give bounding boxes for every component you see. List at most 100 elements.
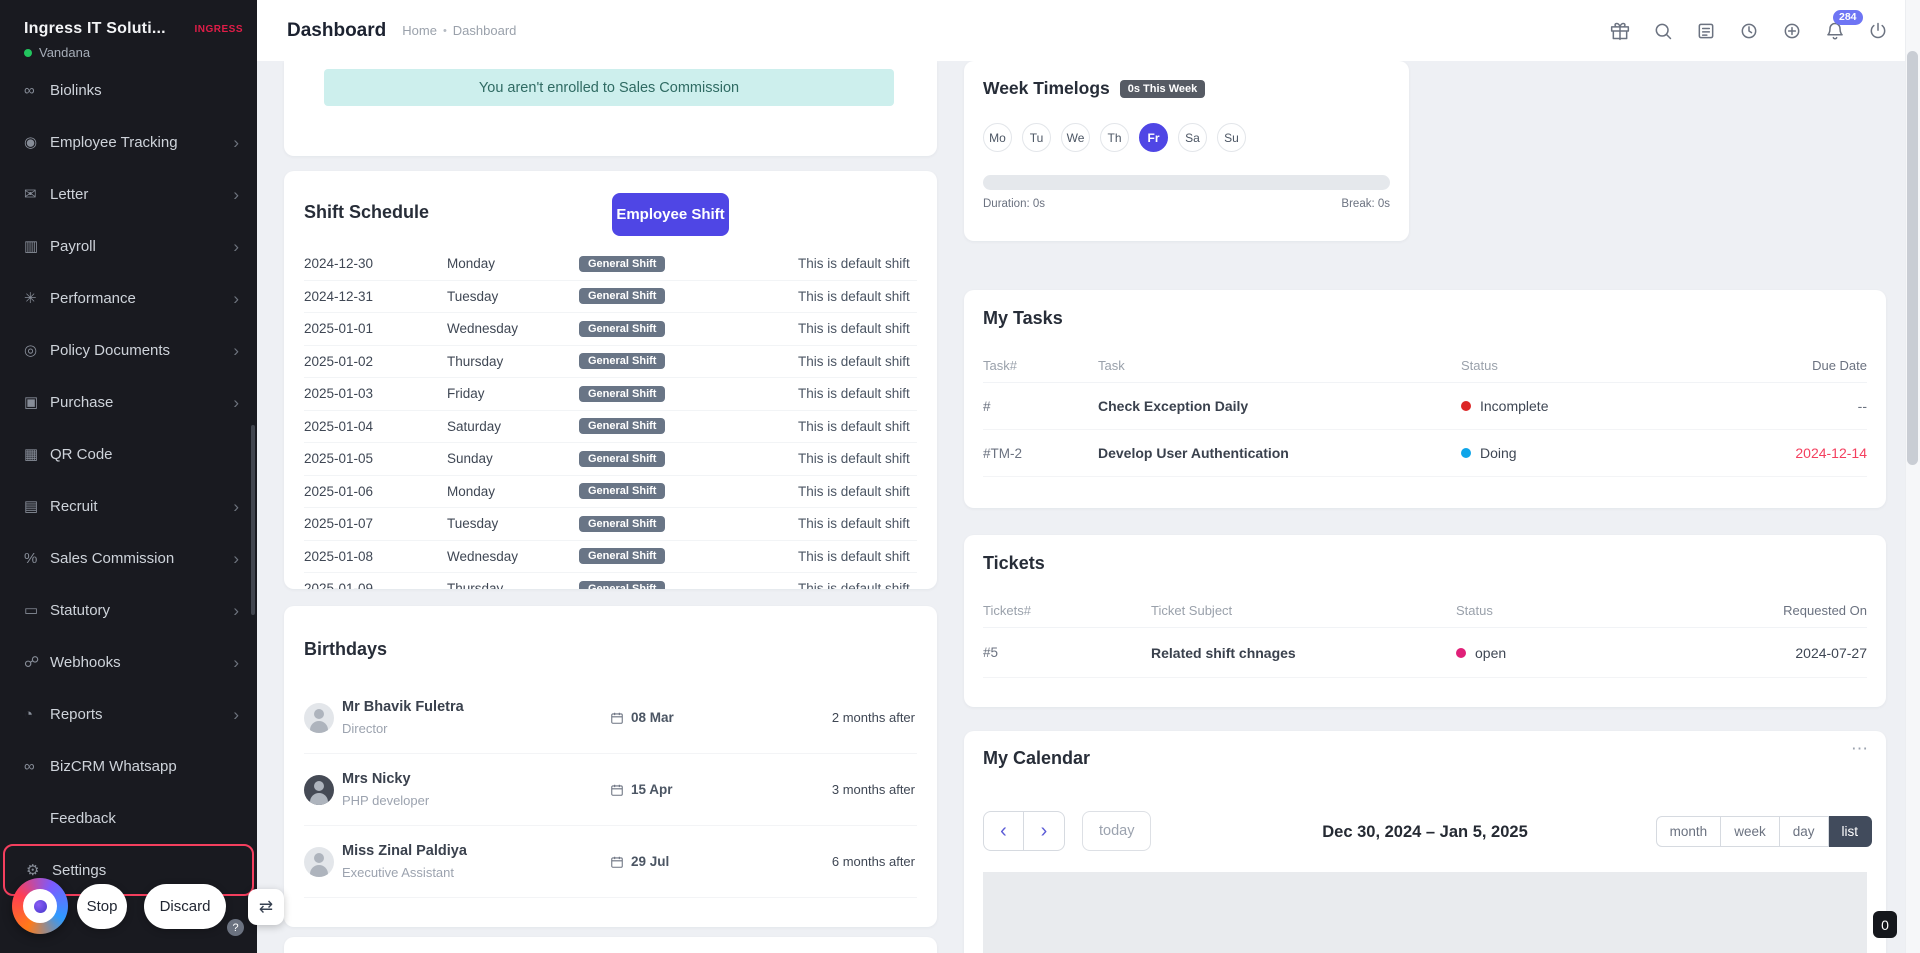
sidebar-item-purchase[interactable]: ▣ Purchase ›: [0, 376, 257, 428]
breadcrumb-home[interactable]: Home: [402, 23, 437, 38]
shift-row: 2025-01-05 Sunday General Shift This is …: [304, 443, 917, 476]
day-pill-sa[interactable]: Sa: [1178, 123, 1207, 152]
page-scrollbar[interactable]: [1905, 0, 1920, 953]
ticket-row[interactable]: #5 Related shift chnages open 2024-07-27: [983, 628, 1867, 678]
calendar-menu-icon[interactable]: ⋯: [1851, 739, 1870, 759]
shift-date: 2025-01-09: [304, 581, 374, 589]
shift-type-badge: General Shift: [579, 548, 666, 565]
shift-day: Tuesday: [447, 516, 499, 532]
gift-icon[interactable]: [1608, 19, 1632, 43]
calendar-icon: [611, 712, 623, 724]
sidebar-item-qr-code[interactable]: ▦ QR Code: [0, 428, 257, 480]
shift-type-badge: General Shift: [579, 580, 666, 589]
sidebar-item-label: Recruit: [50, 497, 98, 515]
shift-date: 2025-01-07: [304, 516, 374, 532]
shift-note: This is default shift: [798, 516, 910, 532]
calendar-prev-button[interactable]: ‹: [983, 811, 1024, 851]
birthday-row: Miss Zinal Paldiya Executive Assistant 2…: [304, 826, 917, 898]
sidebar-item-label: Letter: [50, 185, 89, 203]
sidebar-item-policy-documents[interactable]: ◎ Policy Documents ›: [0, 324, 257, 376]
day-pill-we[interactable]: We: [1061, 123, 1090, 152]
sidebar-item-employee-tracking[interactable]: ◉ Employee Tracking ›: [0, 116, 257, 168]
sidebar-item-letter[interactable]: ✉ Letter ›: [0, 168, 257, 220]
break-label: Break: 0s: [1341, 198, 1390, 210]
sidebar-item-payroll[interactable]: ▥ Payroll ›: [0, 220, 257, 272]
sidebar-item-sales-commission[interactable]: % Sales Commission ›: [0, 532, 257, 584]
shift-day: Thursday: [447, 581, 504, 589]
calendar-view-month[interactable]: month: [1655, 816, 1722, 847]
floating-zero-badge[interactable]: 0: [1873, 911, 1897, 938]
breadcrumb-separator: •: [442, 24, 447, 37]
birthday-role: PHP developer: [342, 793, 430, 808]
shift-row: 2025-01-02 Thursday General Shift This i…: [304, 346, 917, 378]
sidebar-item-reports[interactable]: ◔ Reports ›: [0, 688, 257, 740]
day-pill-su[interactable]: Su: [1217, 123, 1246, 152]
col-task: Task: [1098, 358, 1125, 373]
birthday-date: 29 Jul: [631, 854, 670, 869]
user-name: Vandana: [39, 45, 91, 60]
sidebar-item-recruit[interactable]: ▤ Recruit ›: [0, 480, 257, 532]
sidebar-item-biolinks[interactable]: ∞ Biolinks: [0, 64, 257, 116]
ticket-subject[interactable]: Related shift chnages: [1151, 645, 1456, 661]
shift-day: Monday: [447, 256, 496, 272]
shift-row: 2025-01-06 Monday General Shift This is …: [304, 476, 917, 508]
task-row[interactable]: #TM-2 Develop User Authentication Doing …: [983, 430, 1867, 477]
sidebar-item-statutory[interactable]: ▭ Statutory ›: [0, 584, 257, 636]
employee-shift-button[interactable]: Employee Shift: [612, 193, 729, 236]
shift-type-badge: General Shift: [579, 288, 666, 305]
swap-arrows-icon[interactable]: ⇄: [248, 889, 284, 925]
sidebar-item-feedback[interactable]: Feedback: [0, 792, 257, 844]
sidebar-scrollbar-thumb[interactable]: [251, 425, 255, 615]
sidebar-item-bizcrm-whatsapp[interactable]: ∞ BizCRM Whatsapp: [0, 740, 257, 792]
ticket-id: #5: [983, 645, 999, 660]
shift-type-badge: General Shift: [579, 255, 666, 272]
page-scrollbar-thumb[interactable]: [1907, 51, 1918, 465]
day-pill-fr[interactable]: Fr: [1139, 123, 1168, 152]
chevron-right-icon: ›: [233, 496, 239, 516]
sidebar-item-performance[interactable]: ✳ Performance ›: [0, 272, 257, 324]
day-pill-mo[interactable]: Mo: [983, 123, 1012, 152]
page-title: Dashboard: [287, 19, 387, 41]
shift-note: This is default shift: [798, 353, 910, 369]
bizcrm-whatsapp-icon: ∞: [24, 757, 35, 775]
add-circle-icon[interactable]: [1780, 19, 1804, 43]
recruit-icon: ▤: [24, 498, 39, 515]
shift-type-badge: General Shift: [579, 320, 666, 337]
shift-type-badge: General Shift: [579, 385, 666, 402]
power-icon[interactable]: [1866, 19, 1890, 43]
notifications-bell-icon[interactable]: 284: [1823, 9, 1863, 43]
shift-type-badge: General Shift: [579, 418, 666, 435]
birthdays-title: Birthdays: [304, 639, 388, 659]
shift-day: Monday: [447, 483, 496, 499]
sales-commission-icon: %: [24, 549, 38, 567]
workspace-switcher[interactable]: Ingress IT Soluti... Vandana INGRESS: [0, 0, 257, 70]
day-pill-tu[interactable]: Tu: [1022, 123, 1051, 152]
employee-tracking-icon: ◉: [24, 134, 38, 151]
calendar-today-button[interactable]: today: [1082, 811, 1152, 851]
calendar-view-list[interactable]: list: [1828, 816, 1872, 847]
shift-type-badge: General Shift: [579, 353, 666, 370]
recorder-logo-icon[interactable]: [12, 878, 68, 934]
recorder-stop-button[interactable]: Stop: [77, 884, 127, 929]
avatar: [304, 774, 334, 805]
calendar-next-button[interactable]: ›: [1024, 811, 1065, 851]
history-clock-icon[interactable]: [1737, 19, 1761, 43]
sidebar-item-label: BizCRM Whatsapp: [50, 757, 177, 775]
sidebar-item-webhooks[interactable]: ☍ Webhooks ›: [0, 636, 257, 688]
col-status: Status: [1461, 358, 1498, 373]
weekday-pills: Mo Tu We Th Fr Sa Su: [983, 123, 1390, 152]
sidebar-item-label: Payroll: [50, 237, 96, 255]
task-name[interactable]: Check Exception Daily: [1098, 398, 1461, 414]
task-row[interactable]: # Check Exception Daily Incomplete --: [983, 383, 1867, 430]
help-icon[interactable]: ?: [227, 919, 244, 936]
calendar-view-day[interactable]: day: [1779, 816, 1829, 847]
feedback-note-icon[interactable]: [1694, 19, 1718, 43]
calendar-view-week[interactable]: week: [1721, 816, 1780, 847]
search-icon[interactable]: [1651, 19, 1675, 43]
shift-day: Friday: [447, 386, 485, 402]
task-name[interactable]: Develop User Authentication: [1098, 445, 1461, 461]
letter-icon: ✉: [24, 186, 37, 203]
chevron-right-icon: ›: [233, 652, 239, 672]
recorder-discard-button[interactable]: Discard: [144, 884, 226, 929]
day-pill-th[interactable]: Th: [1100, 123, 1129, 152]
